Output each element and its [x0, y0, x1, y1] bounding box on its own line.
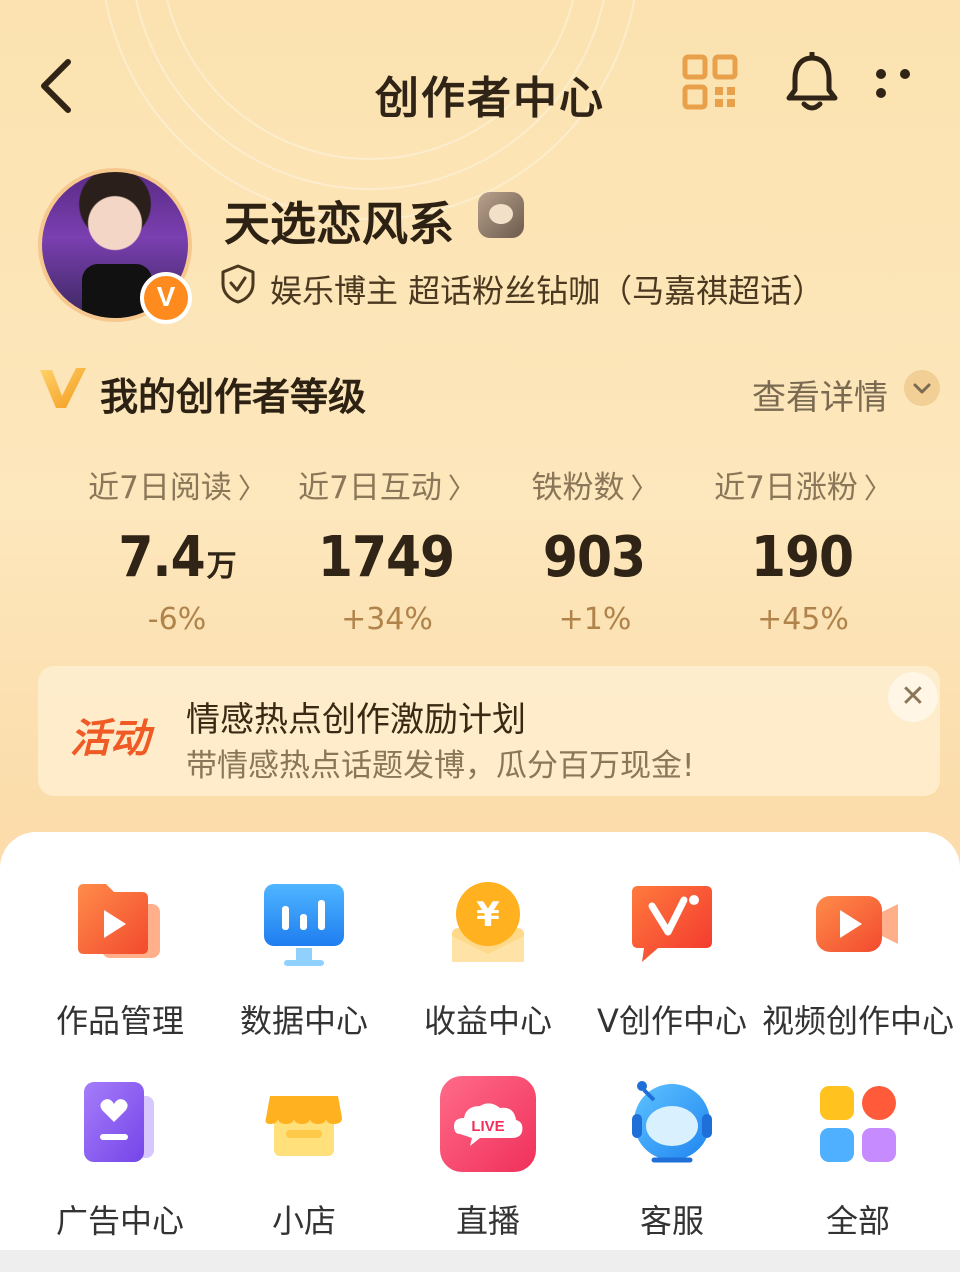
- more-dots-icon[interactable]: [876, 64, 946, 100]
- rank-badge-icon[interactable]: [478, 192, 524, 238]
- stat-change: +34%: [341, 602, 433, 637]
- video-camera-icon: [816, 896, 898, 952]
- tool-revenue-center[interactable]: ¥ 收益中心: [388, 876, 588, 1042]
- bottom-divider: [0, 1250, 960, 1272]
- stat-label: 近7日互动: [298, 470, 442, 506]
- stat-label: 近7日涨粉: [714, 470, 858, 506]
- bell-icon: [786, 50, 838, 111]
- works-folder-icon: [78, 884, 160, 958]
- tools-panel: 作品管理 数据中心 ¥ 收益中心 V创作中心 视频创作中心 广告中心 小店 LI…: [0, 832, 960, 1272]
- tool-works-management[interactable]: 作品管理: [20, 876, 220, 1042]
- yen-coin-icon: ¥: [452, 882, 524, 962]
- tool-customer-service[interactable]: 客服: [572, 1076, 772, 1242]
- banner-subtitle: 带情感热点话题发博，瓜分百万现金!: [186, 748, 695, 784]
- stat-value: 190: [750, 525, 854, 590]
- stat-value: 7.4: [118, 525, 205, 590]
- tool-ad-center[interactable]: 广告中心: [20, 1076, 220, 1242]
- verification-text: 娱乐博主 超话粉丝钻咖（马嘉祺超话）: [270, 272, 825, 310]
- shop-icon: [265, 1096, 342, 1156]
- v-create-icon: [632, 886, 712, 962]
- chevron-right-icon: 〉: [630, 472, 659, 505]
- tool-label: 视频创作中心: [761, 1002, 954, 1040]
- data-chart-icon: [264, 884, 344, 966]
- stat-interactions[interactable]: 近7日互动〉 1749 +34%: [282, 462, 492, 637]
- tool-label: V创作中心: [597, 1002, 747, 1040]
- avatar[interactable]: V: [38, 168, 192, 324]
- tool-label: 作品管理: [55, 1002, 184, 1040]
- tool-label: 全部: [825, 1202, 890, 1240]
- tool-label: 数据中心: [239, 1002, 368, 1040]
- notification-button[interactable]: [784, 50, 840, 112]
- close-icon[interactable]: ✕: [888, 672, 938, 722]
- tool-label: 收益中心: [423, 1002, 552, 1040]
- level-v-icon: [40, 368, 86, 408]
- tool-shop[interactable]: 小店: [204, 1076, 404, 1242]
- stat-unit: 万: [206, 549, 237, 584]
- chevron-down-icon[interactable]: [904, 370, 940, 406]
- tool-live[interactable]: LIVE 直播: [388, 1076, 588, 1242]
- qr-code-button[interactable]: [682, 54, 738, 110]
- stat-change: +45%: [757, 602, 849, 637]
- top-nav-bar: 创作者中心: [0, 40, 960, 130]
- stat-label: 近7日阅读: [88, 470, 232, 506]
- stat-reads[interactable]: 近7日阅读〉 7.4万 -6%: [72, 462, 282, 637]
- stat-change: +1%: [558, 602, 632, 637]
- username[interactable]: 天选恋风系: [224, 188, 454, 254]
- stat-value: 1749: [317, 525, 455, 590]
- stat-label: 铁粉数: [531, 470, 625, 506]
- customer-service-icon: [632, 1081, 712, 1163]
- tool-data-center[interactable]: 数据中心: [204, 876, 404, 1042]
- stat-change: -6%: [147, 602, 207, 637]
- live-icon: LIVE: [440, 1076, 536, 1172]
- activity-banner[interactable]: 活动 情感热点创作激励计划 带情感热点话题发博，瓜分百万现金! ✕: [38, 666, 940, 796]
- tool-video-create-center[interactable]: 视频创作中心: [758, 876, 958, 1042]
- banner-title: 情感热点创作激励计划: [186, 700, 526, 740]
- stat-value: 903: [542, 525, 646, 590]
- verified-v-icon: V: [140, 272, 192, 324]
- tool-label: 客服: [639, 1202, 704, 1240]
- tool-v-create-center[interactable]: V创作中心: [572, 876, 772, 1042]
- tool-label: 小店: [271, 1202, 336, 1240]
- view-details-link[interactable]: 查看详情: [752, 370, 888, 419]
- chevron-right-icon: 〉: [863, 472, 892, 505]
- creator-level-title: 我的创作者等级: [100, 375, 367, 419]
- qr-code-icon: [682, 54, 738, 110]
- all-grid-icon: [820, 1086, 896, 1162]
- tool-all[interactable]: 全部: [758, 1076, 958, 1242]
- live-text: LIVE: [471, 1118, 504, 1135]
- banner-tag: 活动: [70, 716, 150, 762]
- chevron-right-icon: 〉: [237, 472, 266, 505]
- tool-label: 广告中心: [55, 1202, 184, 1240]
- ad-book-icon: [84, 1082, 154, 1162]
- shield-check-icon: [221, 264, 255, 304]
- creator-center-page: 创作者中心 V 天选恋风系 娱乐博主 超话粉丝钻咖（马嘉祺超话） 我的创作者等级…: [0, 0, 960, 1272]
- stat-iron-fans[interactable]: 铁粉数〉 903 +1%: [490, 462, 700, 637]
- stat-new-fans[interactable]: 近7日涨粉〉 190 +45%: [698, 462, 908, 637]
- tool-label: 直播: [455, 1202, 520, 1240]
- yen-symbol: ¥: [476, 895, 500, 935]
- chevron-right-icon: 〉: [447, 472, 476, 505]
